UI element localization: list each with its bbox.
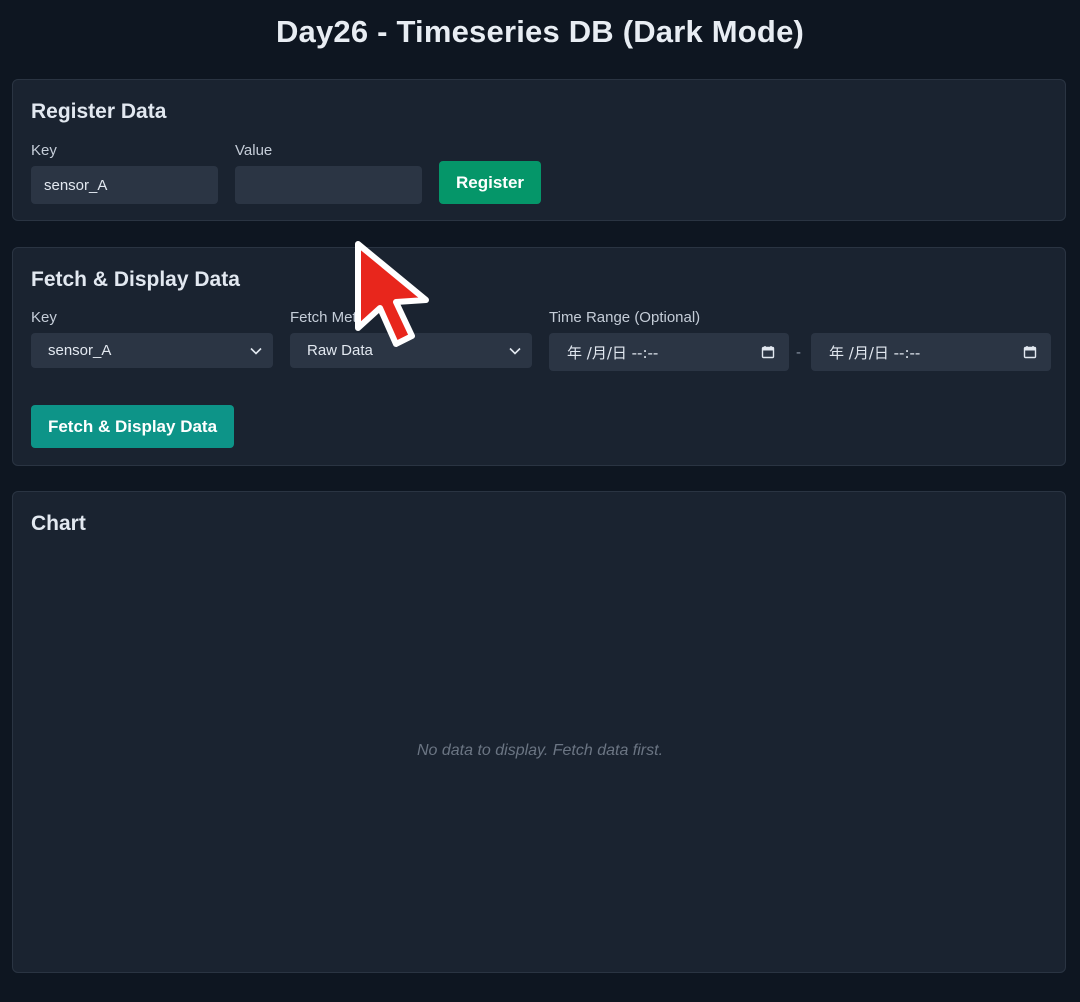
register-card: Register Data Key Value Register [12,79,1066,221]
register-key-label: Key [31,142,57,159]
fetch-card: Fetch & Display Data Key sensor_A Fetch … [12,247,1066,466]
fetch-key-selected: sensor_A [48,342,112,359]
fetch-key-select[interactable]: sensor_A [31,333,273,368]
range-end-input[interactable]: 年 /月/日 --:-- [811,333,1051,371]
chart-card: Chart No data to display. Fetch data fir… [12,491,1066,973]
register-button-label: Register [455,172,525,192]
fetch-key-label: Key [31,309,57,326]
chart-empty-message: No data to display. Fetch data first. [416,742,664,759]
range-start-value: 年 /月/日 --:-- [567,343,659,362]
mouse-cursor-icon [355,241,429,347]
chart-title: Chart [31,512,86,535]
range-separator: - [796,344,801,361]
register-value-input[interactable] [235,166,422,204]
fetch-display-button[interactable]: Fetch & Display Data [31,405,234,448]
page-title: Day26 - Timeseries DB (Dark Mode) [275,14,805,49]
register-title: Register Data [31,100,167,123]
calendar-icon[interactable] [1023,345,1037,359]
register-key-input[interactable] [31,166,218,204]
range-end-value: 年 /月/日 --:-- [829,343,921,362]
chevron-down-icon [509,347,521,355]
fetch-title: Fetch & Display Data [31,268,240,291]
register-button[interactable]: Register [439,161,541,204]
calendar-icon[interactable] [761,345,775,359]
time-range-label: Time Range (Optional) [549,309,701,326]
register-value-label: Value [235,142,273,159]
range-start-input[interactable]: 年 /月/日 --:-- [549,333,789,371]
fetch-display-button-label: Fetch & Display Data [47,416,218,436]
chevron-down-icon [250,347,262,355]
